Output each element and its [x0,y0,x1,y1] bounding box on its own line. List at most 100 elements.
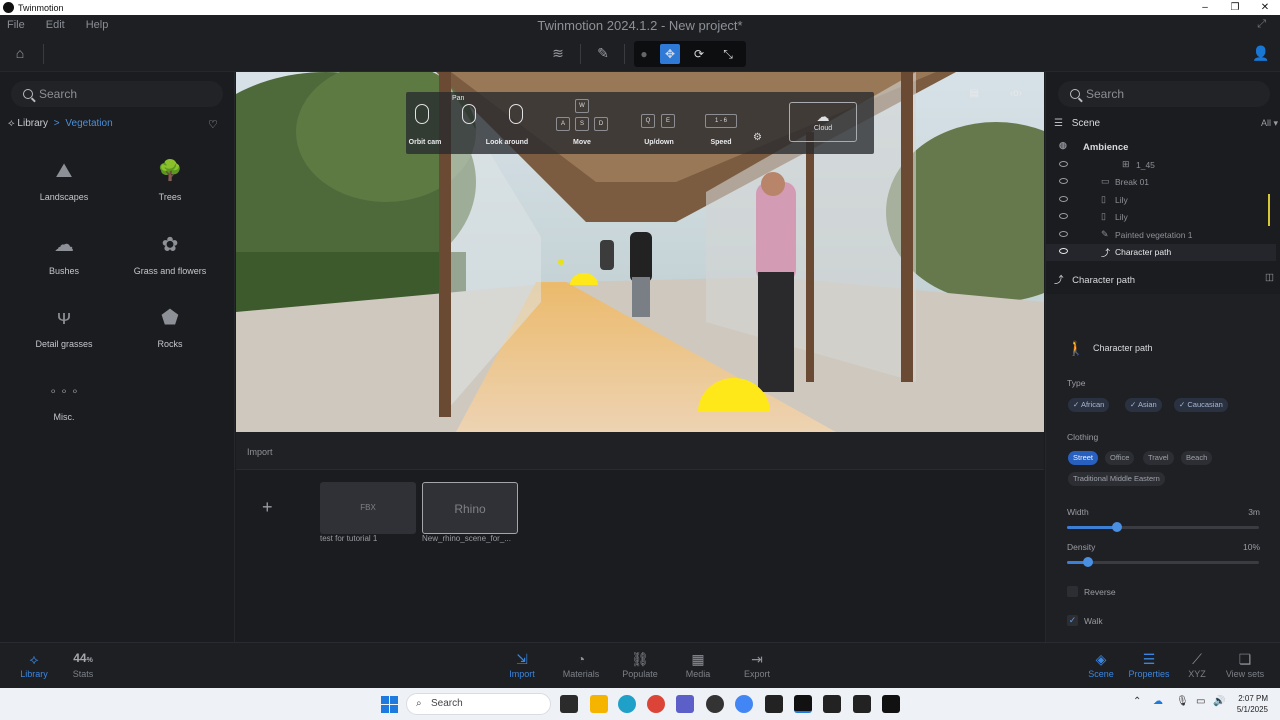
category-grass-and-flowers[interactable]: ✿ Grass and flowers [120,232,220,276]
cloud-button[interactable]: ☁ Cloud [789,102,857,142]
epic-games-icon[interactable] [882,695,900,713]
eyedropper-icon[interactable]: ✎ [592,42,614,64]
tree-item-break-01[interactable]: ▭ Break 01 [1046,174,1276,191]
dock-populate[interactable]: ⛓ Populate [612,651,668,679]
rhino-icon[interactable] [853,695,871,713]
file-explorer-icon[interactable] [590,695,608,713]
type-chip-asian[interactable]: ✓ Asian [1125,398,1162,412]
clothing-chip-beach[interactable]: Beach [1181,451,1213,465]
onedrive-icon[interactable]: ☁ [1153,696,1163,707]
breadcrumb-library[interactable]: Library [17,118,48,129]
dock-stats[interactable]: 44% Stats [55,651,111,679]
tray-chevron-icon[interactable]: ⌃ [1133,696,1141,707]
breadcrumb-vegetation[interactable]: Vegetation [65,118,112,129]
layers-icon[interactable]: ≋ [547,42,569,64]
github-icon[interactable] [706,695,724,713]
dock-view-sets[interactable]: ❏ View sets [1217,651,1273,679]
import-tile-caption: test for tutorial 1 [320,534,378,543]
favorites-heart-icon[interactable]: ♡ [208,118,218,131]
back-icon[interactable]: ● [634,44,654,64]
tree-item-painted-vegetation[interactable]: ✎ Painted vegetation 1 [1046,227,1276,244]
windows-start-icon[interactable] [381,696,398,713]
menu-help[interactable]: Help [86,19,109,31]
category-landscapes[interactable]: ⛰ Landscapes [14,158,114,202]
scene-header: ☰ Scene All ▾ [1054,118,1278,129]
resize-mode-icon[interactable]: ⤡ [718,44,738,64]
visibility-eye-icon[interactable] [1059,178,1068,184]
dock-import[interactable]: ⇲ Import [494,651,550,679]
key-d: D [594,117,608,131]
library-search-input[interactable]: Search [11,81,223,107]
tree-item-ambience[interactable]: ◍ Ambience [1046,139,1276,156]
clothing-chip-travel[interactable]: Travel [1143,451,1174,465]
tree-item-1-45[interactable]: ⊞ 1_45 [1046,157,1276,174]
tree-item-character-path[interactable]: ⤴ Character path [1046,244,1276,261]
dock-export[interactable]: ⇥ Export [729,651,785,679]
tree-item-lily[interactable]: ▯ Lily [1046,192,1276,209]
hud-settings-gear-icon[interactable]: ⚙ [753,132,762,143]
dock-media[interactable]: ▦ Media [670,651,726,679]
teams-icon[interactable] [676,695,694,713]
menu-edit[interactable]: Edit [46,19,65,31]
category-misc[interactable]: ∘ ∘ ∘ Misc. [14,378,114,422]
category-detail-grasses[interactable]: ᴪ Detail grasses [14,305,114,349]
rhino-icon[interactable] [765,695,783,713]
monitor-icon[interactable]: ▭ [1196,696,1205,707]
taskbar-search-input[interactable]: ⌕ Search [406,693,551,715]
density-slider-knob[interactable] [1083,557,1093,567]
home-icon[interactable]: ⌂ [9,42,31,64]
edge-icon[interactable] [618,695,636,713]
panel-split-icon[interactable]: ◫ [1265,272,1274,283]
twinmotion-taskbar-icon[interactable] [794,695,812,713]
os-title-bar: Twinmotion – ❐ ✕ [0,0,1280,15]
visibility-eye-icon[interactable] [1059,213,1068,219]
expand-code-icon[interactable]: ‹o› [1010,88,1022,99]
volume-icon[interactable]: 🔊 [1213,696,1225,707]
user-icon[interactable]: 👤 [1250,42,1272,64]
scene-filter-dropdown[interactable]: All ▾ [1261,118,1278,129]
category-trees[interactable]: 🌳 Trees [120,158,220,202]
dock-library[interactable]: ⟡ Library [6,651,62,679]
width-slider[interactable] [1067,522,1259,532]
density-slider[interactable] [1067,557,1259,567]
chrome-icon[interactable] [735,695,753,713]
move-mode-icon[interactable]: ✥ [660,44,680,64]
minimize-button[interactable]: – [1190,0,1220,15]
3d-viewport[interactable]: Pan Orbit cam Look around W A S D Move Q… [236,72,1044,432]
import-tile-rhino[interactable]: Rhino [422,482,518,534]
materials-icon: ◔ [576,651,586,667]
orbit-mode-icon[interactable]: ⟳ [689,44,709,64]
taskbar-clock[interactable]: 2:07 PM 5/1/2025 [1237,693,1268,715]
chrome-icon[interactable] [647,695,665,713]
clothing-chip-office[interactable]: Office [1105,451,1135,465]
scene-search-input[interactable]: Search [1058,81,1270,107]
clothing-chip-traditional-middle-eastern[interactable]: Traditional Middle Eastern [1068,472,1165,486]
menu-file[interactable]: File [7,19,25,31]
visibility-eye-icon[interactable] [1059,231,1068,237]
visibility-eye-icon[interactable] [1059,248,1068,254]
microphone-icon[interactable]: 🎙 [1176,696,1189,707]
tree-item-lily[interactable]: ▯ Lily [1046,209,1276,226]
move-label: Move [573,139,591,146]
import-tile-fbx[interactable]: FBX [320,482,416,534]
clothing-chip-street[interactable]: Street [1068,451,1099,465]
visibility-eye-icon[interactable] [1059,196,1068,202]
taskview-icon[interactable] [560,695,578,713]
dock-materials[interactable]: ◔ Materials [553,651,609,679]
character-path-properties: 🚶 Character path Type ✓ African ✓ Asian … [1046,294,1280,642]
panel-toggle-icon[interactable]: ▤ [970,88,979,99]
fullscreen-icon[interactable]: ⤢ [1257,18,1266,31]
rhino-icon[interactable] [823,695,841,713]
add-import-icon[interactable]: + [262,497,273,518]
reverse-checkbox[interactable] [1067,586,1078,597]
width-slider-knob[interactable] [1112,522,1122,532]
visibility-eye-icon[interactable] [1059,161,1068,167]
close-button[interactable]: ✕ [1250,0,1280,15]
type-chip-caucasian[interactable]: ✓ Caucasian [1174,398,1228,412]
type-chip-african[interactable]: ✓ African [1068,398,1110,412]
category-bushes[interactable]: ☁ Bushes [14,232,114,276]
maximize-button[interactable]: ❐ [1220,0,1250,15]
detail-grass-icon: ᴪ [56,307,72,329]
walk-checkbox[interactable]: ✓ [1067,615,1078,626]
category-rocks[interactable]: ⬟ Rocks [120,305,220,349]
